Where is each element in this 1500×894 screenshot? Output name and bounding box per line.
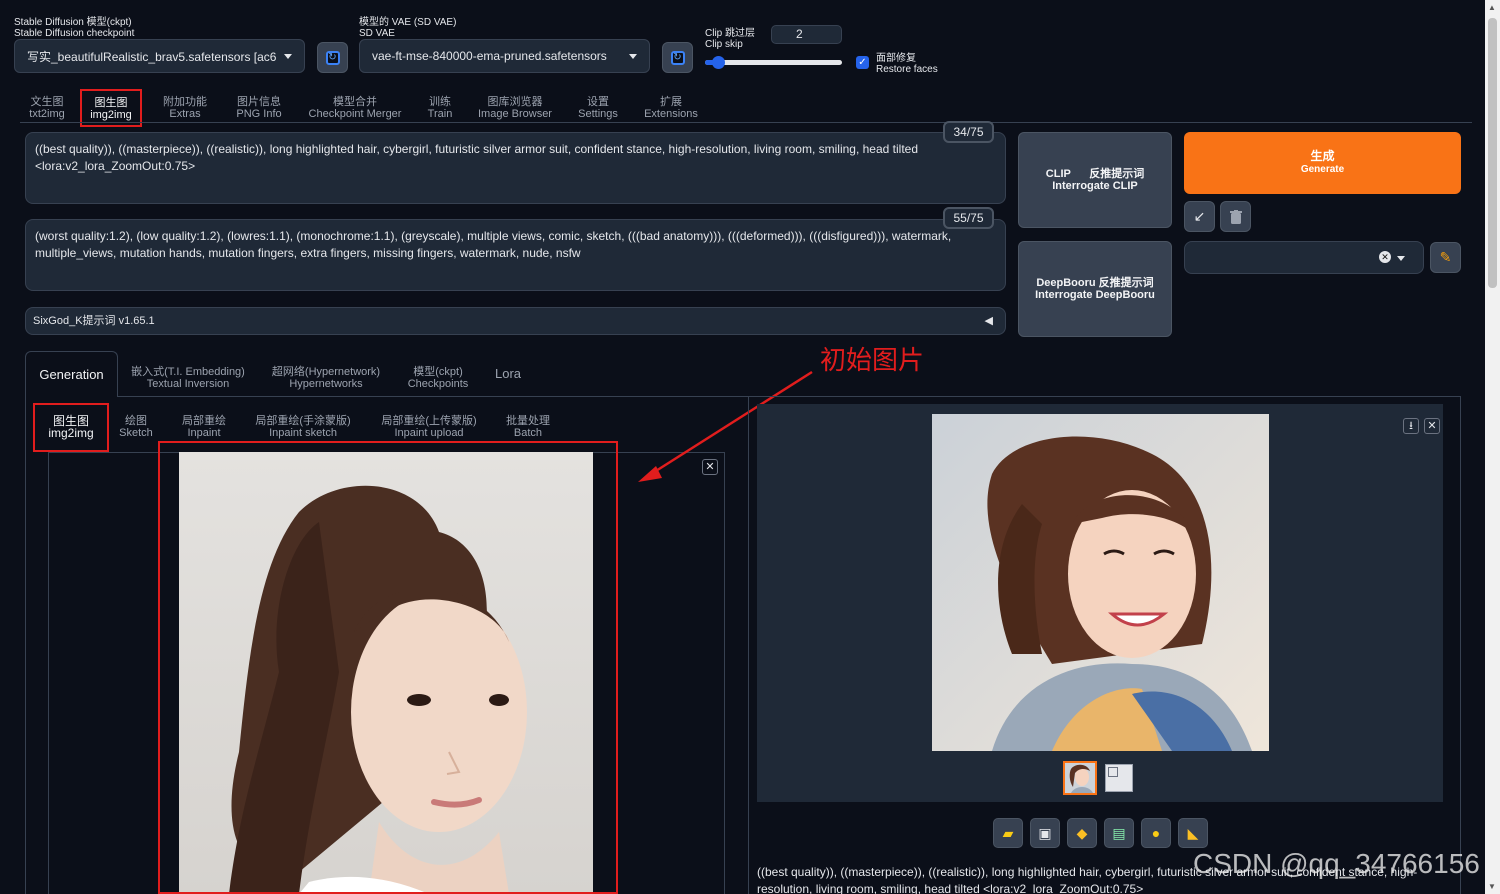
prompt-token-counter: 34/75 [943,121,994,143]
refresh-icon: ↻ [325,50,340,65]
checkpoint-dropdown[interactable]: 写实_beautifulRealistic_brav5.safetensors … [14,39,305,73]
send-to-extras-button[interactable]: ◣ [1178,818,1208,848]
styles-dropdown[interactable]: ✕ [1184,241,1424,274]
download-icon: ⭳ [1409,420,1413,432]
vae-dropdown[interactable]: vae-ft-mse-840000-ema-pruned.safetensors [359,39,650,73]
tab-png-info[interactable]: 图片信息 PNG Info [224,96,294,120]
trash-icon [1229,209,1242,224]
clear-styles-icon[interactable]: ✕ [1379,251,1391,263]
tab-checkpoints[interactable]: 模型(ckpt) Checkpoints [400,366,476,390]
checkpoint-value: 写实_beautifulRealistic_brav5.safetensors … [27,49,276,64]
tab-extras[interactable]: 附加功能 Extras [150,96,220,120]
arrow-down-left-icon: ↙ [1193,208,1206,224]
generate-button[interactable]: 生成 Generate [1184,132,1461,194]
tab-inpaint-sketch[interactable]: 局部重绘(手涂蒙版) Inpaint sketch [248,415,358,439]
sixgod-label: SixGod_K提示词 v1.65.1 [33,315,155,327]
clip-skip-label: Clip 跳过层 Clip skip [705,28,756,50]
archive-icon: ◆ [1076,824,1088,841]
chevron-down-icon [284,53,292,59]
edit-styles-button[interactable]: ✎ [1430,242,1461,273]
chevron-down-icon [629,53,637,59]
tab-inpaint-upload[interactable]: 局部重绘(上传蒙版) Inpaint upload [374,415,484,439]
folder-icon: ▰ [1002,824,1014,841]
open-folder-button[interactable]: ▰ [993,818,1023,848]
vae-value: vae-ft-mse-840000-ema-pruned.safetensors [372,49,607,63]
pencil-icon: ✎ [1439,249,1452,265]
save-button[interactable]: ▣ [1030,818,1060,848]
tab-settings[interactable]: 设置 Settings [570,96,626,120]
scrollbar-thumb[interactable] [1488,18,1497,288]
annotation-label: 初始图片 [820,346,925,376]
output-image[interactable] [932,414,1269,751]
tab-batch[interactable]: 批量处理 Batch [500,415,556,439]
prompt-textarea[interactable]: ((best quality)), ((masterpiece)), ((rea… [25,132,1006,204]
checkpoint-label: Stable Diffusion 模型(ckpt) Stable Diffusio… [14,17,135,39]
read-params-button[interactable]: ↙ [1184,201,1215,232]
tab-textual-inversion[interactable]: 嵌入式(T.I. Embedding) Textual Inversion [130,366,246,390]
tabs-divider [20,122,1472,123]
tab-image-browser[interactable]: 图库浏览器 Image Browser [474,96,556,120]
tab-hypernetworks[interactable]: 超网络(Hypernetwork) Hypernetworks [268,366,384,390]
tab-train[interactable]: 训练 Train [416,96,464,120]
send-to-img2img-button[interactable]: ▤ [1104,818,1134,848]
annotation-box [158,441,618,894]
restore-faces-checkbox[interactable]: ✓ [856,56,869,69]
refresh-checkpoint-button[interactable]: ↻ [317,42,348,73]
chevron-down-icon [1397,256,1405,261]
triangle-ruler-icon: ◣ [1187,824,1199,841]
watermark: CSDN @qq_34766156 [1193,848,1480,879]
tab-txt2img[interactable]: 文生图 txt2img [20,96,74,120]
tab-lora[interactable]: Lora [490,367,526,380]
interrogate-clip-button[interactable]: CLIP 反推提示词 Interrogate CLIP [1018,132,1172,228]
download-button[interactable]: ⭳ [1403,418,1419,434]
collapse-triangle-icon: ◀ [984,315,993,327]
tab-checkpoint-merger[interactable]: 模型合并 Checkpoint Merger [304,96,406,120]
tab-img2img-input[interactable]: 图生图 img2img [33,403,109,452]
floppy-disk-icon: ▣ [1038,824,1052,841]
main-tabs: 文生图 txt2img 图生图 img2img 附加功能 Extras 图片信息 PNG… [20,89,720,127]
broken-image-icon [1108,767,1118,777]
close-output-button[interactable]: ✕ [1424,418,1440,434]
sixgod-accordion[interactable]: SixGod_K提示词 v1.65.1 ◀ [25,307,1006,335]
output-thumbnail-selected[interactable] [1063,761,1097,795]
clip-skip-input[interactable]: 2 [771,25,842,44]
refresh-icon: ↻ [670,50,685,65]
scroll-down-icon[interactable]: ▼ [1488,882,1496,891]
send-to-inpaint-button[interactable]: ● [1141,818,1171,848]
vae-label: 模型的 VAE (SD VAE) SD VAE [359,17,457,39]
refresh-vae-button[interactable]: ↻ [662,42,693,73]
clear-prompt-button[interactable] [1220,201,1251,232]
tab-extensions[interactable]: 扩展 Extensions [638,96,704,120]
negative-token-counter: 55/75 [943,207,994,229]
scrollbar-track[interactable]: ▲ ▼ [1485,0,1500,894]
interrogate-deepbooru-button[interactable]: DeepBooru 反推提示词 Interrogate DeepBooru [1018,241,1172,337]
scroll-up-icon[interactable]: ▲ [1488,3,1496,12]
zip-button[interactable]: ◆ [1067,818,1097,848]
output-thumbnail-broken[interactable] [1105,764,1133,792]
portrait-thumbnail-icon [1065,763,1095,793]
tab-sketch[interactable]: 绘图 Sketch [114,415,158,439]
tab-generation[interactable]: Generation [25,351,118,397]
picture-icon: ▤ [1112,824,1126,841]
close-icon: ✕ [1427,420,1437,432]
generated-portrait [932,414,1269,751]
clip-skip-slider[interactable] [705,56,842,69]
palette-icon: ● [1151,825,1161,841]
clip-skip-slider-handle[interactable] [712,56,725,69]
negative-prompt-textarea[interactable]: (worst quality:1.2), (low quality:1.2), … [25,219,1006,291]
tab-inpaint[interactable]: 局部重绘 Inpaint [176,415,232,439]
restore-faces-label: 面部修复 Restore faces [876,53,938,75]
